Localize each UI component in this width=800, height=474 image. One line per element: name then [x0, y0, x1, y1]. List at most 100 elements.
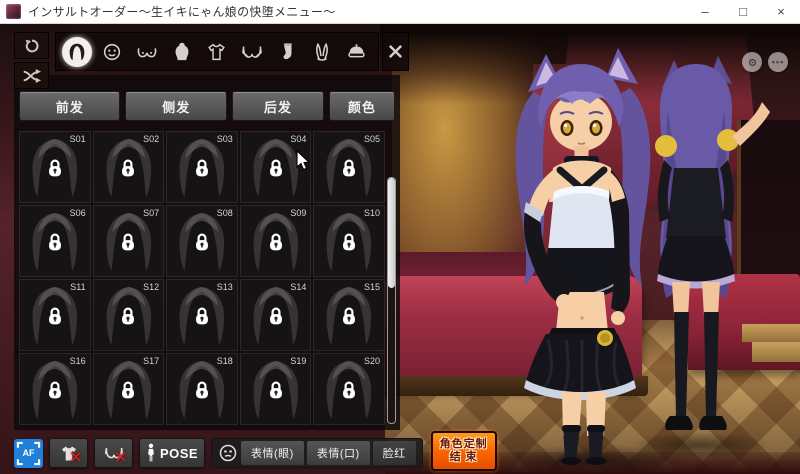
expression-face-icon [219, 444, 237, 462]
lock-icon [343, 233, 356, 251]
lock-icon [269, 381, 282, 399]
item-label: S04 [290, 134, 307, 144]
category-headwear-button[interactable] [340, 35, 372, 68]
category-underwear-button[interactable] [236, 35, 268, 68]
pose-button[interactable]: POSE [139, 438, 205, 468]
lock-icon [269, 233, 282, 251]
hair-item[interactable]: S18 [166, 353, 238, 425]
lock-icon [122, 307, 135, 325]
hair-item[interactable]: S17 [92, 353, 165, 425]
app-window: インサルトオーダー～生イキにゃん娘の快堕メニュー～ – □ × ••• 前发 侧… [0, 0, 800, 474]
item-label: S01 [69, 134, 86, 144]
hair-item[interactable]: S08 [166, 205, 238, 277]
hair-item[interactable]: S03 [166, 131, 238, 203]
lock-icon [269, 159, 282, 177]
hair-item[interactable]: S16 [19, 353, 91, 425]
bunny-ears-icon [315, 42, 328, 61]
red-x-icon: ✕ [68, 448, 83, 467]
hair-item[interactable]: S06 [19, 205, 91, 277]
face-icon [104, 43, 121, 60]
window-title: インサルトオーダー～生イキにゃん娘の快堕メニュー～ [28, 5, 336, 19]
character-front-view [515, 48, 651, 465]
category-body-button[interactable] [166, 35, 198, 68]
lock-icon [196, 159, 208, 177]
remove-underwear-button[interactable]: ✕ [94, 438, 133, 468]
customize-close-button[interactable] [382, 32, 409, 71]
category-accessory-button[interactable] [306, 35, 338, 68]
maximize-button[interactable]: □ [724, 0, 762, 23]
category-tops-button[interactable] [201, 35, 233, 68]
hair-item[interactable]: S09 [239, 205, 312, 277]
lock-icon [48, 381, 61, 399]
lock-icon [196, 307, 208, 325]
lock-icon [122, 381, 135, 399]
lock-icon [269, 307, 282, 325]
category-face-button[interactable] [96, 35, 128, 68]
category-chest-button[interactable] [131, 35, 163, 68]
scrollbar-thumb[interactable] [388, 178, 395, 289]
category-toolbar [55, 32, 379, 71]
lock-icon [48, 307, 61, 325]
tab-front-hair[interactable]: 前发 [19, 91, 121, 121]
lock-icon [48, 159, 61, 177]
grid-scrollbar[interactable] [387, 177, 396, 424]
category-legwear-button[interactable] [271, 35, 303, 68]
item-label: S03 [216, 134, 233, 144]
hair-item[interactable]: S11 [19, 279, 91, 351]
remove-clothes-button[interactable]: ✕ [49, 438, 88, 468]
hair-item[interactable]: S19 [239, 353, 312, 425]
expression-eyes-button[interactable]: 表情(眼) [241, 441, 304, 465]
lock-icon [343, 307, 356, 325]
hair-item[interactable]: S14 [239, 279, 312, 351]
hair-item[interactable]: S13 [166, 279, 238, 351]
hair-item[interactable]: S10 [313, 205, 385, 277]
item-label: S12 [143, 282, 160, 292]
bottom-toolbar: AF ✕ ✕ POSE 表情(眼) 表情(口) 脸红 角色定制 结 束 [14, 431, 800, 472]
window-controls: – □ × [686, 0, 800, 23]
stocking-icon [283, 42, 292, 59]
mouse-cursor [296, 150, 311, 171]
expression-mouth-button[interactable]: 表情(口) [306, 441, 370, 465]
hair-item[interactable]: S20 [313, 353, 385, 425]
dress-icon [175, 42, 189, 60]
hair-item[interactable]: S05 [313, 131, 385, 203]
hair-item[interactable]: S01 [19, 131, 91, 203]
item-label: S07 [143, 208, 160, 218]
tab-back-hair[interactable]: 后发 [231, 91, 324, 121]
finish-label-line2: 结 束 [449, 451, 478, 463]
lock-icon [48, 233, 61, 251]
finish-label-line1: 角色定制 [439, 437, 488, 450]
lock-icon [343, 381, 356, 399]
category-hair-button[interactable] [61, 35, 93, 68]
minimize-button[interactable]: – [686, 0, 724, 23]
item-label: S18 [216, 356, 233, 366]
hair-item[interactable]: S07 [92, 205, 165, 277]
item-label: S11 [70, 282, 86, 292]
hair-item[interactable]: S15 [313, 279, 385, 351]
lock-icon [196, 381, 208, 399]
hair-item[interactable]: S12 [92, 279, 165, 351]
camera-settings-icon[interactable] [742, 52, 762, 72]
finish-customization-button[interactable]: 角色定制 结 束 [430, 431, 497, 471]
hair-tabs: 前发 侧发 后发 颜色 [14, 75, 400, 131]
lock-icon [196, 233, 208, 251]
lock-icon [122, 233, 135, 251]
tab-color[interactable]: 颜色 [328, 91, 396, 121]
x-icon [388, 44, 403, 59]
tab-side-hair[interactable]: 侧发 [125, 91, 227, 121]
hair-grid: S01 S02 S03 S04 S05 S06 S07 S08 S09 S10 … [19, 131, 385, 425]
close-button[interactable]: × [762, 0, 800, 23]
blush-button[interactable]: 脸红 [372, 441, 416, 465]
more-options-button[interactable]: ••• [768, 52, 788, 72]
randomize-button[interactable] [14, 62, 49, 89]
item-label: S14 [290, 282, 307, 292]
autofocus-button[interactable]: AF [14, 438, 43, 468]
lock-icon [122, 159, 135, 177]
item-label: S05 [363, 134, 380, 144]
hair-item[interactable]: S02 [92, 131, 165, 203]
expression-group: 表情(眼) 表情(口) 脸红 [211, 438, 423, 468]
item-label: S06 [69, 208, 86, 218]
bra-icon [241, 45, 262, 58]
rotate-reset-button[interactable] [14, 32, 49, 59]
pose-label: POSE [159, 445, 199, 461]
